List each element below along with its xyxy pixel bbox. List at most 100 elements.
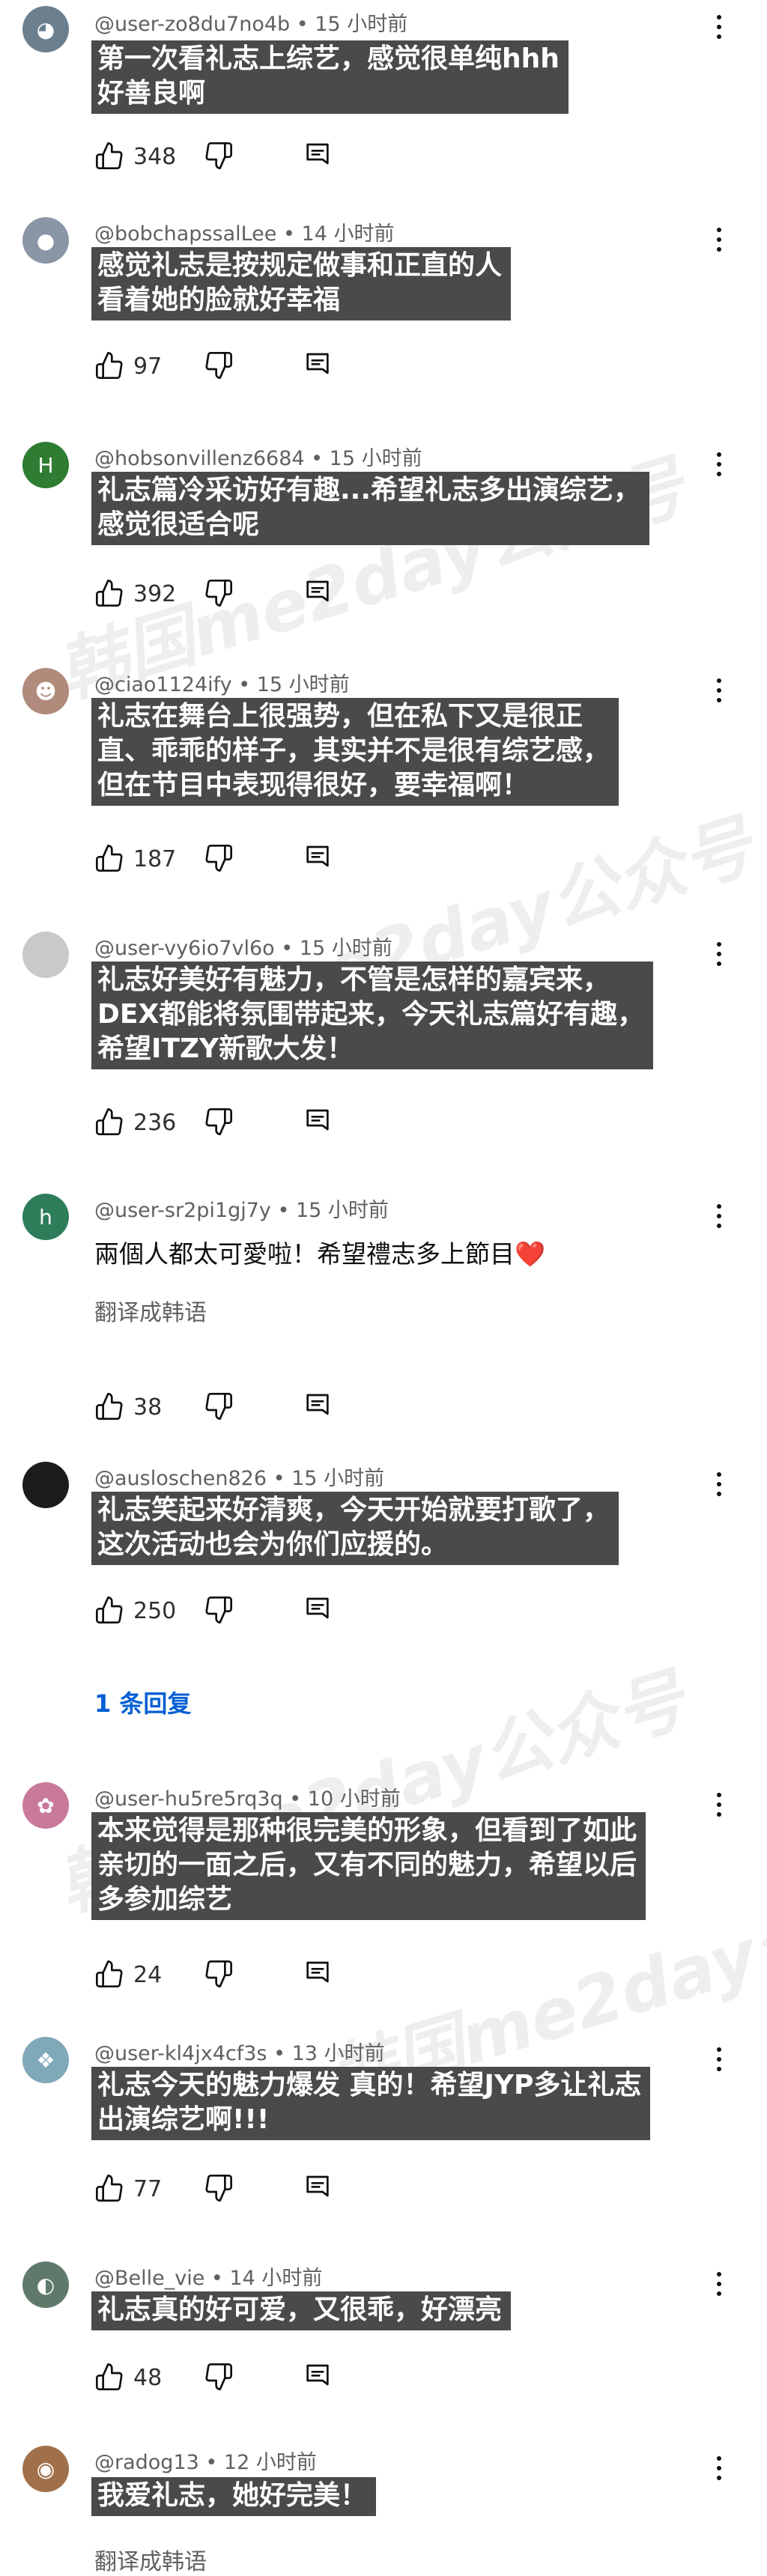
like-button[interactable]: [94, 1595, 124, 1625]
comment-author[interactable]: @bobchapssalLee: [94, 222, 276, 246]
comment-author[interactable]: @user-zo8du7no4b: [94, 13, 290, 36]
comment-text: 礼志好美好有魅力，不管是怎样的嘉宾来， DEX都能将氛围带起来，今天礼志篇好有趣，…: [91, 962, 654, 1069]
reply-button[interactable]: [303, 2362, 333, 2392]
more-options-icon[interactable]: [713, 2044, 725, 2074]
reply-button[interactable]: [303, 843, 333, 873]
reply-button[interactable]: [303, 1391, 333, 1421]
thumbs-down-icon: [205, 352, 232, 379]
translate-link[interactable]: 翻译成韩语: [94, 1294, 207, 1327]
comment-meta: @user-hu5re5rq3q • 10 小时前: [94, 1787, 401, 1811]
comment-meta: @user-kl4jx4cf3s • 13 小时前: [94, 2042, 385, 2065]
like-count: 348: [133, 144, 177, 170]
more-options-icon[interactable]: [713, 1469, 725, 1499]
like-button[interactable]: [94, 2173, 124, 2203]
thumbs-down-icon: [205, 142, 232, 170]
avatar[interactable]: H: [22, 442, 69, 488]
like-button[interactable]: [94, 1391, 124, 1421]
dislike-button[interactable]: [204, 2362, 234, 2392]
comment-meta: @user-sr2pi1gj7y • 15 小时前: [94, 1199, 389, 1222]
avatar-image: ☻: [34, 678, 57, 704]
reply-button[interactable]: [303, 1959, 333, 1989]
comment-time: 13 小时前: [291, 2042, 385, 2065]
comment-text: 感觉礼志是按规定做事和正直的人 看着她的脸就好幸福: [91, 247, 512, 321]
thumbs-up-icon: [96, 1393, 123, 1420]
thumbs-up-icon: [96, 352, 123, 379]
reply-icon: [306, 1109, 329, 1131]
comment-author[interactable]: @user-vy6io7vl6o: [94, 937, 275, 960]
more-options-icon[interactable]: [713, 675, 725, 705]
like-button[interactable]: [94, 350, 124, 380]
reply-icon: [306, 143, 329, 165]
more-options-icon[interactable]: [713, 2269, 725, 2299]
more-options-icon[interactable]: [713, 225, 725, 255]
like-count: 24: [133, 1962, 163, 1988]
like-button[interactable]: [94, 843, 124, 873]
avatar[interactable]: ❖: [22, 2037, 69, 2083]
comment-time: 15 小时前: [256, 673, 350, 696]
dislike-button[interactable]: [204, 2173, 234, 2203]
comment-author[interactable]: @user-hu5re5rq3q: [94, 1787, 283, 1811]
reply-icon: [306, 2364, 329, 2386]
reply-button[interactable]: [303, 1107, 333, 1137]
avatar[interactable]: ✿: [22, 1782, 69, 1829]
avatar[interactable]: ☻: [22, 668, 69, 714]
thumbs-up-icon: [96, 2175, 123, 2202]
reply-button[interactable]: [303, 350, 333, 380]
reply-button[interactable]: [303, 578, 333, 608]
comment-text: 本来觉得是那种很完美的形象，但看到了如此 亲切的一面之后，又有不同的魅力，希望以后…: [91, 1812, 646, 1920]
comment-author[interactable]: @ausloschen826: [94, 1467, 267, 1490]
more-options-icon[interactable]: [713, 939, 725, 969]
comment-time: 15 小时前: [329, 447, 422, 470]
heart-emoji: ❤️: [515, 1239, 546, 1269]
like-button[interactable]: [94, 141, 124, 171]
thumbs-up-icon: [96, 2363, 123, 2390]
like-button[interactable]: [94, 578, 124, 608]
thumbs-down-icon: [205, 2363, 232, 2390]
comment-author[interactable]: @Belle_vie: [94, 2267, 204, 2290]
comment-author[interactable]: @radog13: [94, 2451, 199, 2474]
avatar[interactable]: h: [22, 1194, 69, 1240]
avatar[interactable]: ◕: [22, 6, 69, 52]
comment-time: 14 小时前: [301, 222, 395, 246]
avatar[interactable]: [22, 1462, 69, 1508]
dislike-button[interactable]: [204, 141, 234, 171]
like-button[interactable]: [94, 1959, 124, 1989]
comment-author[interactable]: @ciao1124ify: [94, 673, 232, 696]
like-button[interactable]: [94, 1107, 124, 1137]
like-button[interactable]: [94, 2362, 124, 2392]
avatar[interactable]: ●: [22, 217, 69, 264]
dislike-button[interactable]: [204, 1595, 234, 1625]
dislike-button[interactable]: [204, 1391, 234, 1421]
avatar[interactable]: ◉: [22, 2446, 69, 2492]
like-count: 187: [133, 846, 177, 872]
avatar-image: ◉: [36, 2456, 55, 2482]
dislike-button[interactable]: [204, 843, 234, 873]
more-options-icon[interactable]: [713, 2453, 725, 2483]
more-options-icon[interactable]: [713, 1790, 725, 1820]
avatar[interactable]: ◐: [22, 2261, 69, 2308]
comment-author[interactable]: @user-sr2pi1gj7y: [94, 1199, 271, 1222]
more-options-icon[interactable]: [713, 449, 725, 479]
dislike-button[interactable]: [204, 350, 234, 380]
like-count: 392: [133, 581, 177, 607]
reply-icon: [306, 1394, 329, 1415]
more-options-icon[interactable]: [713, 12, 725, 42]
comment-text: 第一次看礼志上综艺，感觉很单纯hhh 好善良啊: [91, 40, 569, 114]
dislike-button[interactable]: [204, 578, 234, 608]
thumbs-down-icon: [205, 1960, 232, 1987]
translate-link[interactable]: 翻译成韩语: [94, 2543, 207, 2576]
more-options-icon[interactable]: [713, 1201, 725, 1231]
avatar[interactable]: [22, 932, 69, 978]
view-replies-link[interactable]: 1 条回复: [94, 1685, 191, 1719]
reply-button[interactable]: [303, 141, 333, 171]
comment-author[interactable]: @user-kl4jx4cf3s: [94, 2042, 267, 2065]
dislike-button[interactable]: [204, 1959, 234, 1989]
dislike-button[interactable]: [204, 1107, 234, 1137]
comment-text: 礼志在舞台上很强势，但在私下又是很正 直、乖乖的样子，其实并不是很有综艺感， 但在节…: [91, 698, 619, 806]
avatar-image: ◕: [36, 16, 55, 42]
comment-text: 礼志今天的魅力爆发 真的！希望JYP多让礼志 出演综艺啊!!!: [91, 2067, 651, 2140]
comment-author[interactable]: @hobsonvillenz6684: [94, 447, 305, 470]
comment-meta: @Belle_vie • 14 小时前: [94, 2267, 323, 2290]
reply-button[interactable]: [303, 1595, 333, 1625]
reply-button[interactable]: [303, 2173, 333, 2203]
